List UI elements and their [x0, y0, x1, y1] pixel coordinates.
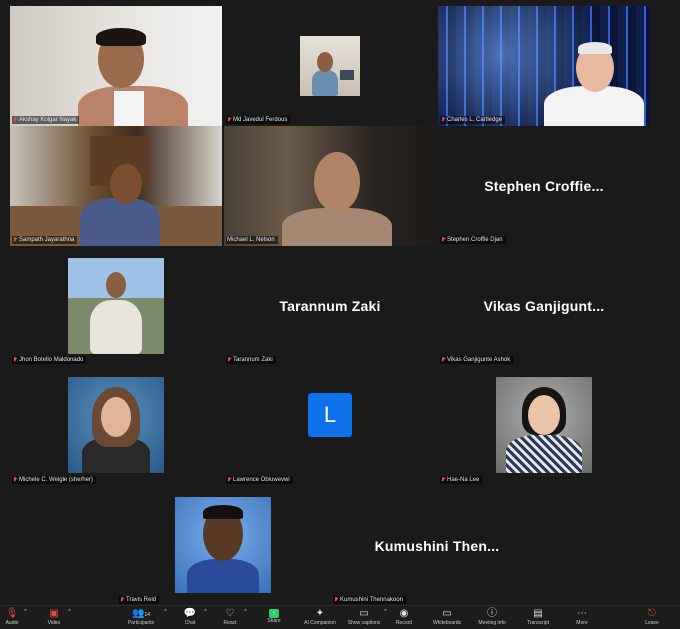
participant-name: Michael L. Nelson [227, 237, 275, 243]
nameplate: Tarannum Zaki [226, 356, 276, 364]
participant-name: Akshay Kolgar Nayak [19, 117, 77, 123]
video-tile-stephen[interactable]: Stephen Croffie... Stephen Croffie Djan [438, 126, 650, 246]
mic-muted-icon [13, 357, 17, 363]
participant-name: Md Javedul Ferdous [233, 117, 288, 123]
participant-name: Charles L. Cartledge [447, 117, 503, 123]
video-tile-travis[interactable]: Travis Reid [117, 486, 329, 606]
info-icon: ⓘ [487, 608, 497, 619]
participant-name: Hae-Na Lee [447, 477, 480, 483]
mic-muted-icon [441, 357, 445, 363]
video-tile-tarannum[interactable]: Tarannum Zaki Tarannum Zaki [224, 246, 436, 366]
mic-muted-icon: 🎙 [5, 608, 19, 619]
video-tile-sampath[interactable]: Sampath Jayarathna [10, 126, 222, 246]
participants-options-caret-icon[interactable]: ^ [164, 609, 167, 615]
participant-name: Kumushini Thennakoon [340, 597, 403, 603]
participant-name: Vikas Ganjigunte Ashok [447, 357, 511, 363]
ai-companion-button[interactable]: ✦ AI Companion [296, 608, 344, 629]
participant-name: Stephen Croffie Djan [447, 237, 503, 243]
nameplate: Hae-Na Lee [440, 476, 483, 484]
sparkle-icon: ✦ [315, 608, 325, 619]
mic-muted-icon [441, 237, 445, 243]
participants-icon: 👥14 [131, 608, 150, 619]
video-options-caret-icon[interactable]: ^ [68, 609, 71, 615]
nameplate: Lawrence Obiuwevwi [226, 476, 293, 484]
avatar: L [308, 393, 352, 437]
video-feed [300, 36, 360, 96]
captions-icon: ▭ [359, 608, 369, 619]
audio-button[interactable]: 🎙 Audio [0, 608, 34, 629]
video-tile-lawrence[interactable]: L Lawrence Obiuwevwi [224, 366, 436, 486]
nameplate: Stephen Croffie Djan [440, 236, 506, 244]
record-button[interactable]: ◉ Record [382, 608, 426, 629]
more-button[interactable]: ⋯ More [560, 608, 604, 629]
audio-options-caret-icon[interactable]: ^ [24, 609, 27, 615]
nameplate: Kumushini Thennakoon [333, 596, 406, 604]
participant-display-name: Tarannum Zaki [279, 298, 381, 314]
video-feed [68, 377, 164, 473]
more-icon: ⋯ [577, 608, 587, 619]
participant-name: Lawrence Obiuwevwi [233, 477, 290, 483]
share-screen-icon: ↑ [269, 609, 279, 618]
mic-muted-icon [334, 597, 338, 603]
whiteboard-icon: ▭ [442, 608, 452, 619]
participant-name: Travis Reid [126, 597, 157, 603]
transcript-button[interactable]: ▤ Transcript [516, 608, 560, 629]
video-tile-michael[interactable]: Michael L. Nelson [224, 126, 436, 246]
mic-muted-icon [441, 477, 445, 483]
participant-name: Jhon Botello Maldonado [19, 357, 84, 363]
meeting-info-button[interactable]: ⓘ Meeting info [470, 608, 514, 629]
react-options-caret-icon[interactable]: ^ [244, 609, 247, 615]
video-tile-charles[interactable]: Charles L. Cartledge [438, 6, 650, 126]
share-button[interactable]: ↑ Share [252, 608, 296, 629]
participant-name: Tarannum Zaki [233, 357, 273, 363]
nameplate: Md Javedul Ferdous [226, 116, 291, 124]
transcript-icon: ▤ [533, 608, 543, 619]
mic-muted-icon [13, 117, 17, 123]
whiteboards-button[interactable]: ▭ Whiteboards [424, 608, 470, 629]
chat-icon: 💬 [183, 608, 197, 619]
participant-display-name: Vikas Ganjigunt... [483, 298, 605, 314]
participant-name: Sampath Jayarathna [19, 237, 75, 243]
mic-muted-icon [441, 117, 445, 123]
participant-name: Michele C. Weigle (she/her) [19, 477, 93, 483]
video-tile-michele[interactable]: Michele C. Weigle (she/her) [10, 366, 222, 486]
mic-muted-icon [227, 357, 231, 363]
video-tile-akshay[interactable]: Akshay Kolgar Nayak [10, 6, 222, 126]
video-off-icon: ▣ [49, 608, 59, 619]
nameplate: Vikas Ganjigunte Ashok [440, 356, 514, 364]
nameplate: Charles L. Cartledge [440, 116, 506, 124]
video-tile-jhon[interactable]: Jhon Botello Maldonado [10, 246, 222, 366]
record-icon: ◉ [399, 608, 409, 619]
nameplate: Michele C. Weigle (she/her) [12, 476, 96, 484]
mic-muted-icon [120, 597, 124, 603]
video-feed [175, 497, 271, 593]
video-feed [68, 258, 164, 354]
leave-button[interactable]: ⎋ Leave [630, 608, 674, 629]
gallery-grid: Akshay Kolgar Nayak Md Javedul Ferdous C… [0, 0, 680, 606]
captions-button[interactable]: ▭ Show captions [340, 608, 388, 629]
nameplate: Jhon Botello Maldonado [12, 356, 87, 364]
mic-muted-icon [13, 237, 17, 243]
leave-icon: ⎋ [648, 608, 656, 619]
meeting-toolbar: 🎙 Audio ^ ▣ Video ^ 👥14 Participants ^ 💬… [0, 605, 680, 629]
video-tile-javedul[interactable]: Md Javedul Ferdous [224, 6, 436, 126]
nameplate: Travis Reid [119, 596, 160, 604]
heart-icon: ♡ [225, 608, 235, 619]
mic-muted-icon [227, 117, 231, 123]
mic-muted-icon [13, 477, 17, 483]
video-feed [496, 377, 592, 473]
participants-button[interactable]: 👥14 Participants [116, 608, 166, 629]
participant-display-name: Kumushini Then... [374, 538, 500, 554]
video-tile-haena[interactable]: Hae-Na Lee [438, 366, 650, 486]
nameplate: Michael L. Nelson [226, 236, 278, 244]
nameplate: Akshay Kolgar Nayak [12, 116, 80, 124]
nameplate: Sampath Jayarathna [12, 236, 78, 244]
participants-count: 14 [144, 612, 150, 618]
chat-options-caret-icon[interactable]: ^ [204, 609, 207, 615]
video-tile-kumushini[interactable]: Kumushini Then... Kumushini Thennakoon [331, 486, 543, 606]
mic-muted-icon [227, 477, 231, 483]
participant-display-name: Stephen Croffie... [484, 178, 604, 194]
video-tile-vikas[interactable]: Vikas Ganjigunt... Vikas Ganjigunte Asho… [438, 246, 650, 366]
